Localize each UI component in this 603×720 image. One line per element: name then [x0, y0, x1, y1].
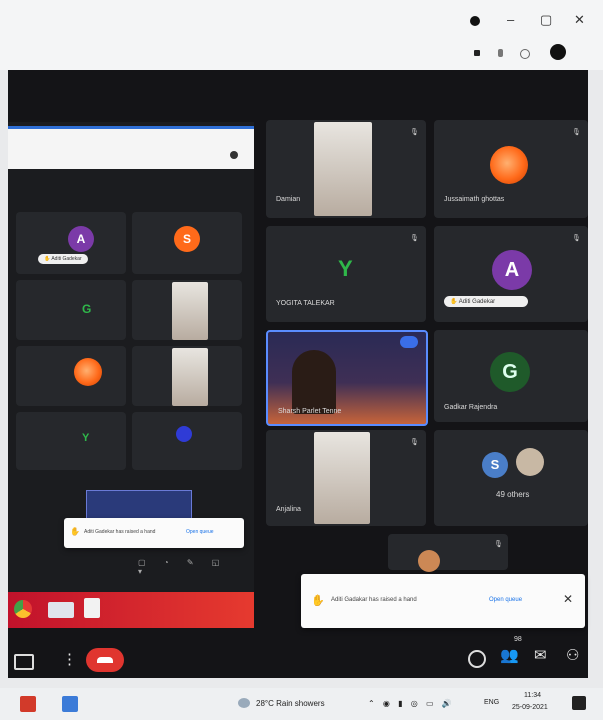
raised-hand-pill: ✋ Aditi Gadekar: [444, 296, 528, 307]
raised-hand-notification: ✋ Aditi Gadakar has raised a hand Open q…: [301, 574, 585, 628]
hand-icon: ✋: [311, 595, 325, 607]
participant-name: Sharsh Parlet Tenne: [278, 408, 342, 415]
avatar: G: [490, 352, 530, 392]
app-icon-red[interactable]: [20, 696, 36, 712]
present-icon[interactable]: [14, 654, 34, 670]
avatar: S: [174, 226, 200, 252]
people-icon[interactable]: 👥: [500, 646, 519, 664]
activities-icon[interactable]: ⚇: [566, 646, 579, 664]
participant-tile-8: 🎙: [388, 534, 508, 572]
tray-icons[interactable]: ⌃ ◉ ▮ ◎ ▭ 🔊: [368, 699, 455, 708]
weather-icon: [238, 698, 250, 708]
participant-tile-2: Jussaimath ghottas 🎙: [434, 120, 588, 218]
notification-center-icon[interactable]: [572, 696, 586, 710]
participant-video: [314, 432, 370, 524]
participant-tile-4: A ✋ Aditi Gadekar 🎙: [434, 226, 588, 322]
open-queue-link[interactable]: Open queue: [186, 529, 214, 535]
participant-name: Jussaimath ghottas: [444, 196, 505, 203]
left-tile-y: Y: [16, 412, 126, 470]
chat-icon[interactable]: ✉: [534, 646, 547, 664]
flower-avatar: [74, 358, 102, 386]
others-tile[interactable]: S 49 others: [434, 430, 588, 526]
desktop-strip: [8, 592, 254, 628]
recycle-bin-icon: [84, 598, 100, 618]
avatar: S: [482, 452, 508, 478]
raised-hand-pill: ✋ Aditi Gadekar: [38, 254, 88, 264]
notification-text: Aditi Gadakar has raised a hand: [331, 597, 417, 603]
participant-name: Damian: [276, 196, 301, 203]
mic-off-icon: 🎙: [572, 129, 581, 136]
info-icon[interactable]: [468, 650, 486, 668]
left-tile-flower: [16, 346, 126, 406]
left-tile-g: G: [16, 280, 126, 340]
participant-video: [314, 122, 372, 216]
mic-off-icon: 🎙: [572, 235, 581, 242]
left-toolbar: ▢ ◔ ✎ ◱ ▾: [138, 558, 228, 576]
close-icon[interactable]: ✕: [563, 592, 573, 606]
shared-screen-panel: A ✋ Aditi Gadekar S G Y ✋ Aditi Gadekar …: [8, 122, 254, 592]
user-avatar[interactable]: [550, 44, 566, 60]
participant-name: YOGITA TALEKAR: [276, 300, 335, 307]
participant-video: [172, 282, 208, 340]
folder-icon: [48, 602, 74, 618]
participant-tile-6: G Gadkar Rajendra: [434, 330, 588, 422]
avatar: A: [68, 226, 94, 252]
flower-avatar: [490, 146, 528, 184]
mic-off-icon: 🎙: [410, 439, 419, 446]
mic-small-icon[interactable]: [498, 49, 503, 57]
maximize-icon[interactable]: ▢: [540, 12, 552, 28]
participant-tile-7: Anjalina 🎙: [266, 430, 426, 526]
mic-off-icon: 🎙: [494, 541, 503, 548]
language-indicator[interactable]: ENG: [484, 699, 499, 706]
avatar-text: Y: [82, 432, 90, 444]
app-icon-blue[interactable]: [62, 696, 78, 712]
participant-tile-1: Damian 🎙: [266, 120, 426, 218]
hand-icon: ✋: [70, 527, 80, 536]
participant-video: [172, 348, 208, 406]
participant-name: Anjalina: [276, 506, 301, 513]
left-tile-video-1: [132, 280, 242, 340]
participant-video: [292, 350, 336, 414]
weather-text[interactable]: 28°C Rain showers: [256, 699, 325, 708]
clock-date[interactable]: 25-09-2021: [512, 704, 548, 711]
open-queue-link[interactable]: Open queue: [489, 597, 522, 603]
meeting-screen: A ✋ Aditi Gadekar S G Y ✋ Aditi Gadekar …: [8, 70, 588, 678]
taskbar: 28°C Rain showers ⌃ ◉ ▮ ◎ ▭ 🔊 ENG 11:34 …: [0, 688, 603, 720]
record-icon[interactable]: [520, 49, 530, 59]
left-raised-hand-notification: ✋ Aditi Gadekar has raised a hand Open q…: [64, 518, 244, 548]
avatar-text: G: [82, 302, 92, 316]
profile-icon[interactable]: [470, 16, 480, 26]
mic-off-icon: 🎙: [410, 235, 419, 242]
participant-tile-3: Y YOGITA TALEKAR 🎙: [266, 226, 426, 322]
window-titlebar: – ▢ ✕: [0, 0, 603, 70]
chrome-icon: [14, 600, 32, 618]
shared-browser-bar: [8, 126, 254, 169]
close-window-icon[interactable]: ✕: [574, 12, 585, 28]
participant-count: 98: [514, 636, 522, 643]
avatar: [418, 550, 440, 572]
minimize-icon[interactable]: –: [507, 12, 514, 27]
left-tile-s: S: [132, 212, 242, 274]
participant-name: Gadkar Rajendra: [444, 404, 498, 411]
avatar-text: Y: [338, 256, 353, 281]
speaking-indicator: [400, 336, 418, 348]
others-count: 49 others: [496, 490, 530, 499]
hang-up-button[interactable]: [86, 648, 124, 672]
left-tile-a: A ✋ Aditi Gadekar: [16, 212, 126, 274]
left-tile-small-avatar: [132, 412, 242, 470]
clock-time[interactable]: 11:34: [524, 692, 541, 699]
phone-icon: [97, 657, 113, 663]
camera-icon[interactable]: [474, 50, 480, 56]
notification-text: Aditi Gadekar has raised a hand: [84, 529, 156, 535]
mic-off-icon: 🎙: [410, 129, 419, 136]
avatar: A: [492, 250, 532, 290]
browser-dot-icon: [230, 151, 238, 159]
avatar: [176, 426, 192, 442]
avatar-photo: [516, 448, 544, 476]
participant-tile-active: Sharsh Parlet Tenne: [266, 330, 428, 426]
left-tile-video-2: [132, 346, 242, 406]
more-options-icon[interactable]: ⋮: [62, 650, 77, 668]
